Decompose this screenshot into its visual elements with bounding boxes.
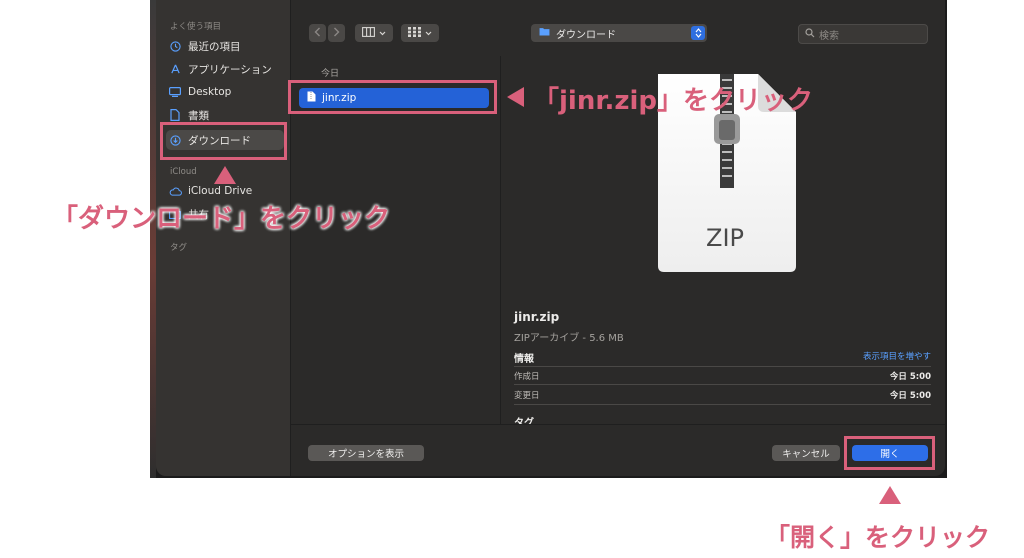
folder-icon [539,27,550,39]
sidebar-item-label: 最近の項目 [188,40,241,53]
arrow-up-icon [879,486,901,504]
info-heading: 情報 [514,354,534,365]
columns-view-icon [362,26,375,40]
search-icon [805,27,815,41]
toolbar: ダウンロード 検索 [291,0,945,56]
grid-icon [408,26,421,40]
sidebar-item-recents[interactable]: 最近の項目 [166,36,284,56]
cloud-icon [166,187,184,196]
document-icon [166,109,184,121]
location-label: ダウンロード [556,29,616,41]
chevron-down-icon [425,28,432,39]
zip-icon-label: ZIP [706,224,744,252]
sidebar-section-favorites: よく使う項目 [170,22,222,32]
sidebar-item-label: Desktop [188,86,232,98]
chevron-down-icon [379,28,386,39]
search-field[interactable]: 検索 [798,24,928,44]
created-label: 作成日 [514,372,540,382]
annotation-zip: 「jinr.zip」をクリック [533,86,813,116]
sidebar-section-icloud: iCloud [170,167,197,177]
forward-button[interactable] [328,24,345,42]
preview-file-name: jinr.zip [514,310,560,324]
view-mode-button[interactable] [355,24,393,42]
up-down-arrows-icon [691,26,705,40]
chevron-right-icon [333,27,340,40]
apps-icon [166,64,184,75]
divider [514,404,931,405]
search-placeholder: 検索 [819,30,839,42]
location-popup[interactable]: ダウンロード [531,24,707,42]
group-by-button[interactable] [401,24,439,42]
show-options-button[interactable]: オプションを表示 [308,445,424,461]
show-more-link[interactable]: 表示項目を増やす [863,350,931,362]
divider [514,366,931,367]
sidebar-section-tags: タグ [170,243,188,253]
highlight-zip-file [288,80,497,114]
sidebar-item-desktop[interactable]: Desktop [166,82,284,102]
modified-value: 今日 5:00 [889,391,931,401]
modified-label: 変更日 [514,391,540,401]
highlight-open-button [844,436,935,470]
sidebar-item-applications[interactable]: アプリケーション [166,59,284,79]
annotation-download: 「ダウンロード」をクリック [52,204,391,234]
created-value: 今日 5:00 [889,372,931,382]
desktop-icon [166,87,184,97]
preview-kind-size: ZIPアーカイブ - 5.6 MB [514,333,624,344]
sidebar-item-label: アプリケーション [188,63,272,76]
group-header-today: 今日 [321,69,340,79]
arrow-up-icon [214,166,236,184]
annotation-open: 「開く」をクリック [765,523,991,552]
tags-heading: タグ [514,418,534,424]
clock-icon [166,40,184,52]
back-button[interactable] [309,24,326,42]
cancel-button[interactable]: キャンセル [772,445,840,461]
chevron-left-icon [314,27,321,40]
divider [514,384,931,385]
arrow-left-icon [507,87,524,107]
sidebar-item-label: 書類 [188,109,209,122]
highlight-downloads [160,122,287,160]
